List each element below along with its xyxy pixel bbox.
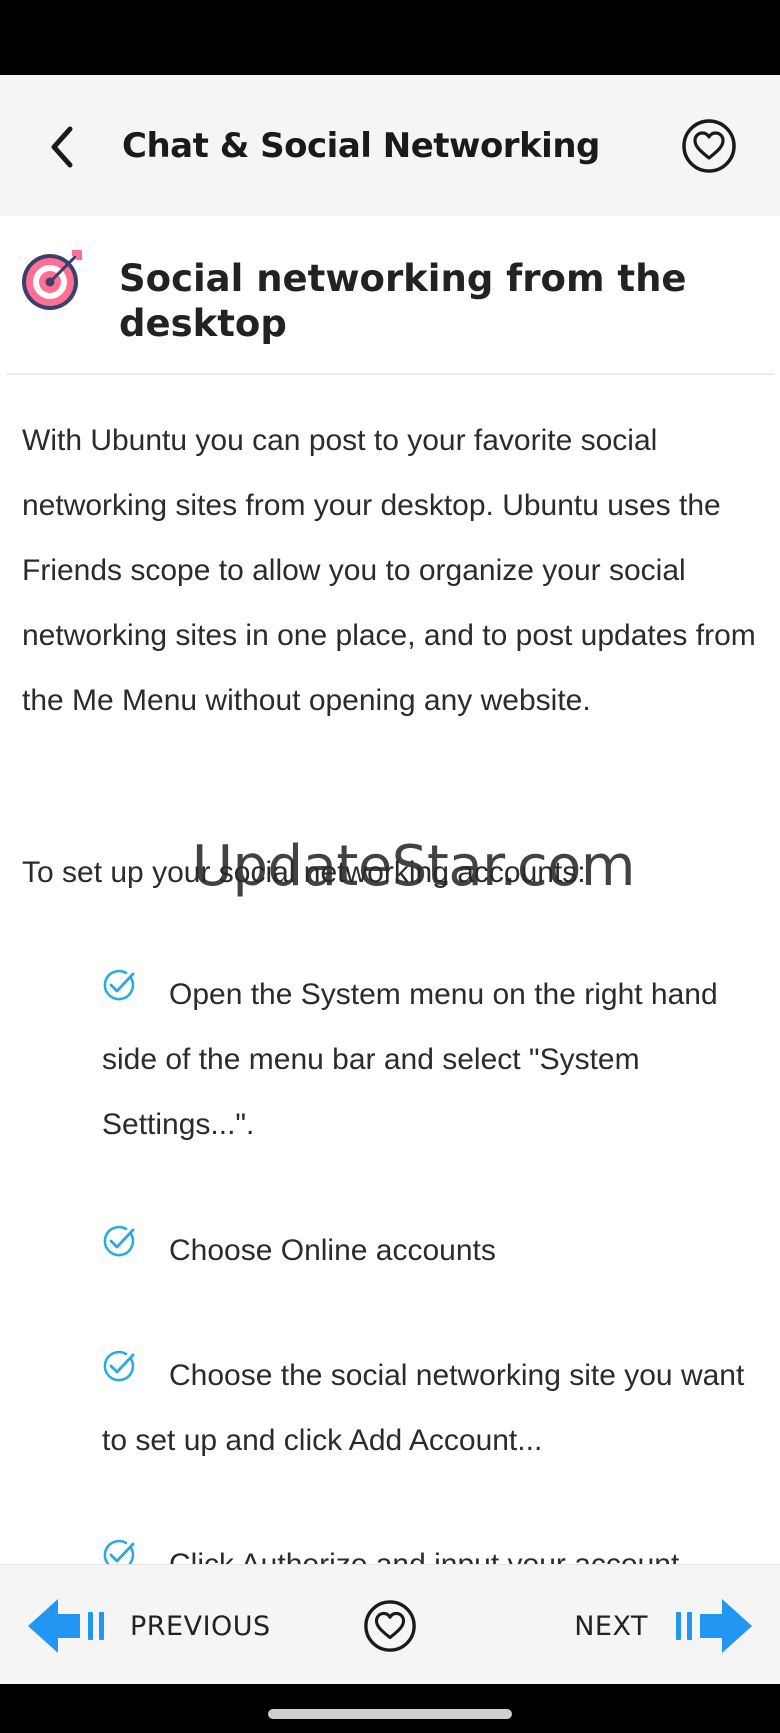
chevron-left-icon (51, 126, 73, 168)
check-icon (103, 969, 135, 1001)
heart-circle-icon (364, 1600, 416, 1652)
system-nav-bar (0, 1684, 780, 1733)
status-bar (0, 0, 780, 75)
page-title: Chat & Social Networking (122, 125, 600, 166)
step-text: Choose Online accounts (169, 1234, 496, 1267)
step-text: Open the System menu on the right hand s… (102, 978, 718, 1141)
heart-circle-icon (682, 119, 736, 173)
intro-paragraph: With Ubuntu you can post to your favorit… (22, 424, 756, 717)
arrow-right-icon (676, 1599, 752, 1653)
arrow-left-icon (28, 1599, 104, 1653)
article-header: Social networking from the desktop (0, 216, 780, 375)
back-button[interactable] (34, 115, 90, 179)
app-bar: Chat & Social Networking (0, 75, 780, 216)
list-item: Choose the social networking site you wa… (102, 1343, 766, 1473)
check-icon (103, 1350, 135, 1382)
step-text: Click Authorize and input your account (102, 1532, 766, 1564)
check-icon (103, 1225, 135, 1257)
previous-button[interactable]: PREVIOUS (28, 1595, 271, 1657)
home-indicator[interactable] (268, 1709, 512, 1719)
next-button[interactable]: NEXT (574, 1595, 752, 1657)
list-item: Click Authorize and input your account (102, 1532, 766, 1564)
list-item: Choose Online accounts (102, 1218, 766, 1283)
list-item: Open the System menu on the right hand s… (102, 962, 766, 1157)
bottom-nav-bar: PREVIOUS NEXT (0, 1564, 780, 1684)
previous-label: PREVIOUS (130, 1610, 271, 1642)
next-label: NEXT (574, 1610, 648, 1642)
article-content[interactable]: Social networking from the desktop With … (0, 216, 780, 1564)
favorite-button[interactable] (680, 117, 738, 175)
target-icon (22, 250, 82, 310)
check-icon (103, 1539, 135, 1564)
setup-label: To set up your social networking account… (22, 856, 586, 889)
step-text: Choose the social networking site you wa… (102, 1359, 745, 1457)
favorite-button-bottom[interactable] (362, 1598, 418, 1654)
divider (6, 373, 774, 375)
article-title: Social networking from the desktop (119, 257, 687, 345)
